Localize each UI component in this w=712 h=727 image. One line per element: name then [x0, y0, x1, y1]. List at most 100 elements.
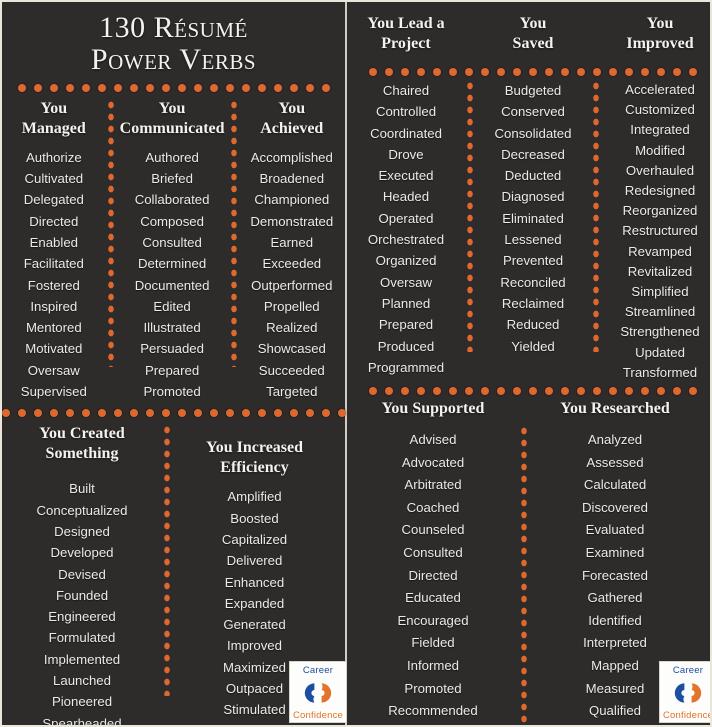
verb-item: Deducted [504, 168, 562, 184]
rule-dot [337, 409, 346, 418]
verb-item: Mentored [25, 320, 82, 336]
verb-item: Coordinated [370, 125, 442, 141]
column-heading-lead-project: You Lead a Project [367, 15, 445, 52]
rule-dot [417, 387, 425, 396]
verb-item: Edited [153, 298, 191, 314]
rule-dot [657, 387, 665, 396]
verb-item: Prepared [378, 317, 434, 333]
rule-dot [113, 409, 122, 418]
verb-item: Fielded [411, 635, 455, 651]
rule-dot [209, 409, 218, 418]
column-heading-supported: You Supported [381, 400, 485, 418]
verb-item: Organized [375, 253, 437, 269]
rule-dot [513, 387, 521, 396]
verb-item: Informed [406, 657, 460, 673]
rule-dot [161, 83, 170, 92]
verb-item: Transformed [622, 364, 698, 380]
logo-bottom-word: Confidence [292, 710, 344, 721]
rule-dot [657, 68, 665, 76]
verb-item: Encouraged [397, 612, 469, 628]
columns-top-left: You Managed Authorize Cultivated Delegated… [2, 98, 345, 403]
verb-item: Formulated [48, 630, 116, 646]
verb-item: Reorganized [622, 203, 698, 219]
dotted-rule-mid-right [347, 383, 710, 399]
rule-dot [113, 83, 122, 92]
verb-item: Operated [378, 210, 434, 226]
rule-dot [129, 83, 138, 92]
rule-dot [257, 83, 266, 92]
column-heading-researched: You Researched [560, 400, 670, 418]
verb-item: Launched [53, 673, 111, 689]
verb-item: Illustrated [143, 320, 201, 336]
verb-item: Implemented [43, 651, 121, 667]
verb-item: Evaluated [585, 522, 645, 538]
rule-dot [97, 409, 106, 418]
verb-item: Delivered [226, 553, 283, 569]
verb-item: Overhauled [625, 162, 695, 178]
rule-dot [593, 387, 601, 396]
verb-item: Assessed [586, 454, 644, 470]
verb-item: Enhanced [224, 574, 285, 590]
rule-dot [497, 387, 505, 396]
column-heading-saved: You Saved [512, 15, 554, 52]
verb-item: Improved [227, 638, 282, 654]
verb-item: Simplified [631, 284, 689, 300]
rule-dot [321, 409, 330, 418]
rule-dot [561, 387, 569, 396]
rule-dot [321, 83, 330, 92]
verb-item: Produced [377, 338, 435, 354]
verb-list-achieved: Accomplished Broadened Championed Demonstra… [241, 147, 343, 403]
rule-dot [593, 68, 601, 76]
rule-dot [81, 83, 90, 92]
column-heading-increased: You Increased Efficiency [205, 439, 304, 477]
rule-dot [449, 68, 457, 76]
verb-item: Conceptualized [36, 502, 128, 518]
rule-dot [17, 83, 26, 92]
rule-dot [289, 83, 298, 92]
verb-item: Integrated [630, 122, 690, 138]
rule-dot [449, 387, 457, 396]
poster-panes: 130 Résumé Power Verbs You Managed Autho… [2, 2, 710, 725]
rule-dot [577, 68, 585, 76]
rule-dot [225, 409, 234, 418]
verb-item: Modified [635, 142, 685, 158]
rule-dot [481, 387, 489, 396]
rule-dot [225, 83, 234, 92]
verb-item: Collaborated [134, 192, 210, 208]
rule-dot [465, 68, 473, 76]
rule-dot [289, 409, 298, 418]
rule-dot [33, 83, 42, 92]
verb-item: Restructured [622, 223, 698, 239]
verb-item: Championed [254, 192, 330, 208]
column-heading-wrap-improved: You Improved [601, 14, 710, 64]
logo-top-word: Career [302, 665, 334, 676]
verb-item: Propelled [263, 298, 320, 314]
rule-dot [145, 409, 154, 418]
rule-dot [401, 68, 409, 76]
verb-item: Spearheaded [42, 715, 122, 727]
rule-dot [129, 409, 138, 418]
column-heading-created: You Created Something [39, 425, 125, 463]
rule-dot [97, 83, 106, 92]
section-group-top-right: You Lead a Project You Saved You Improve… [347, 2, 710, 383]
verb-item: Authored [145, 149, 199, 165]
verb-item: Identified [588, 612, 642, 628]
verb-item: Determined [138, 256, 207, 272]
verb-item: Documented [134, 277, 210, 293]
section-group-bottom-right: You Supported Advised Advocated Arbitrated… [347, 399, 710, 725]
dotted-separator-vertical [162, 424, 172, 697]
verb-item: Interpreted [583, 635, 647, 651]
headings-top-right: You Lead a Project You Saved You Improve… [347, 8, 710, 64]
verb-item: Prepared [144, 362, 200, 378]
verb-item: Motivated [25, 341, 83, 357]
verb-item: Counseled [401, 522, 465, 538]
rule-dot [561, 68, 569, 76]
column-heading-improved: You Improved [626, 15, 694, 52]
rule-dot [161, 409, 170, 418]
rule-dot [49, 83, 58, 92]
verb-item: Facilitated [23, 256, 84, 272]
verb-item: Planned [381, 295, 431, 311]
verb-item: Designed [54, 523, 110, 539]
verb-item: Outperformed [251, 277, 333, 293]
rule-dot [529, 68, 537, 76]
